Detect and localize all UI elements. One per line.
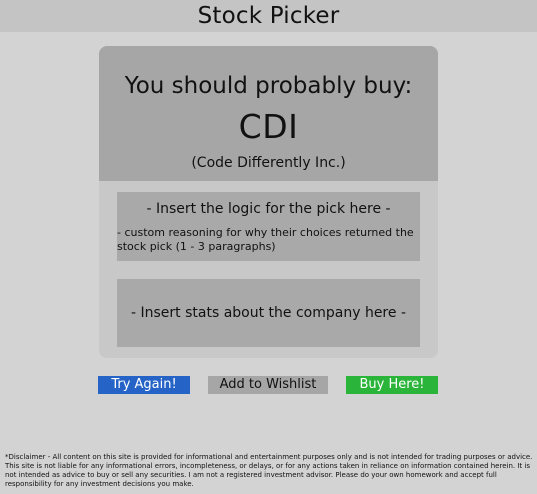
buy-here-button[interactable]: Buy Here! <box>346 376 438 394</box>
pick-logic-body: - custom reasoning for why their choices… <box>117 226 414 253</box>
add-to-wishlist-button[interactable]: Add to Wishlist <box>208 376 328 394</box>
recommendation-heading: You should probably buy: <box>124 73 413 99</box>
try-again-button[interactable]: Try Again! <box>98 376 190 394</box>
pick-logic-panel: - Insert the logic for the pick here - -… <box>117 192 420 261</box>
pick-logic-title: - Insert the logic for the pick here - <box>146 201 391 217</box>
stock-ticker: CDI <box>238 107 299 146</box>
company-name: (Code Differently Inc.) <box>191 155 346 171</box>
app-header: Stock Picker <box>0 0 537 32</box>
disclaimer-text: *Disclaimer - All content on this site i… <box>5 453 533 488</box>
stock-pick-card: You should probably buy: CDI (Code Diffe… <box>99 46 438 358</box>
recommendation-section: You should probably buy: CDI (Code Diffe… <box>99 46 438 181</box>
stock-picker-page: Stock Picker You should probably buy: CD… <box>0 0 537 494</box>
company-stats-title: - Insert stats about the company here - <box>131 305 406 321</box>
company-stats-panel: - Insert stats about the company here - <box>117 279 420 347</box>
app-title: Stock Picker <box>197 3 340 29</box>
